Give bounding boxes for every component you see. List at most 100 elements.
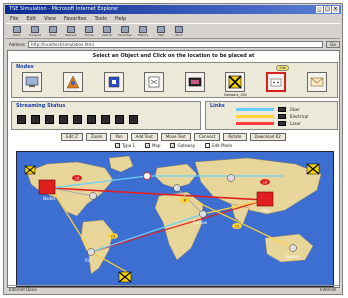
link-electrical-row[interactable]: Electrical — [236, 113, 318, 120]
pan-button[interactable]: Pan — [110, 133, 128, 141]
history-icon — [139, 25, 147, 33]
electrical-knob[interactable] — [278, 114, 286, 119]
map-label-ne: Asia — [261, 208, 270, 213]
stream-button-5[interactable] — [73, 115, 82, 124]
back-icon — [13, 25, 21, 33]
server-node-4 — [227, 174, 235, 182]
menu-help[interactable]: Help — [115, 15, 126, 23]
link-tag-4: 12 — [232, 223, 242, 229]
edit-button[interactable]: Edit Z — [61, 133, 83, 141]
links-title: Links — [210, 103, 225, 109]
link-tag-2: 10 — [260, 179, 270, 185]
menu-tools[interactable]: Tools — [95, 15, 107, 23]
type-checkbox[interactable]: ✓ Type 1 — [114, 143, 135, 148]
stream-button-1[interactable] — [17, 115, 26, 124]
home-button[interactable]: Home — [82, 25, 96, 38]
instruction-text: Select an Object and Click on the locati… — [92, 53, 255, 59]
history-button[interactable]: History — [136, 25, 150, 38]
maximize-button[interactable]: □ — [324, 6, 331, 13]
download-button[interactable]: Download K2 — [249, 133, 286, 141]
stream-button-3[interactable] — [45, 115, 54, 124]
link-laser-row[interactable]: Laser — [236, 120, 318, 127]
hub-node-caption: Network_GW — [224, 93, 247, 97]
laser-label: Laser — [290, 121, 301, 126]
stream-button-6[interactable] — [87, 115, 96, 124]
options-row: ✓ Type 1 ✓ Map ✓ Gateway Edit Mode — [8, 143, 339, 148]
stream-button-7[interactable] — [101, 115, 110, 124]
fiber-link-swatch — [236, 108, 274, 111]
back-button[interactable]: Back — [10, 25, 24, 38]
laser-link-swatch — [236, 122, 274, 125]
mail-button[interactable]: Mail — [154, 25, 168, 38]
server-node-7 — [143, 172, 151, 180]
add-text-button[interactable]: Add Text — [130, 133, 158, 141]
star-icon — [121, 25, 129, 33]
laser-knob[interactable] — [278, 121, 286, 126]
link-fiber-row[interactable]: Fiber — [236, 106, 318, 113]
server-node-3 — [199, 210, 207, 218]
menu-view[interactable]: View — [44, 15, 56, 23]
favorites-button[interactable]: Favorites — [118, 25, 132, 38]
hub-node-icon[interactable]: Network_GW — [224, 72, 247, 97]
refresh-button[interactable]: Refresh — [64, 25, 78, 38]
streaming-title: Streaming Status — [16, 103, 66, 109]
flag-node-icon[interactable] — [103, 72, 124, 92]
menu-favorites[interactable]: Favorites — [64, 15, 87, 23]
map-checkbox-box[interactable]: ✓ — [144, 143, 150, 148]
edit-mode-checkbox-box[interactable] — [205, 143, 211, 148]
forward-button[interactable]: Forward — [28, 25, 42, 38]
nodes-panel: Nodes Network_GW Info — [11, 62, 338, 98]
server-node-2 — [173, 184, 181, 192]
map-label-s: Rio — [85, 258, 92, 263]
stream-button-9[interactable] — [129, 115, 138, 124]
print-button[interactable]: Print — [172, 25, 186, 38]
stream-button-4[interactable] — [59, 115, 68, 124]
close-button[interactable]: × — [332, 6, 339, 13]
document-node-icon[interactable] — [144, 72, 165, 92]
minimize-button[interactable]: _ — [316, 6, 323, 13]
server-node-1 — [89, 192, 97, 200]
stream-button-2[interactable] — [31, 115, 40, 124]
hub-node-ne — [306, 163, 320, 175]
envelope-node-icon[interactable] — [306, 72, 327, 92]
monitor-node-icon[interactable] — [22, 72, 43, 92]
refresh-icon — [67, 25, 75, 33]
hub-node-s — [118, 271, 132, 283]
links-panel: Links Fiber Electrical Laser — [205, 101, 338, 130]
go-button[interactable]: Go — [326, 41, 340, 48]
browser-window: TSE Simulation - Microsoft Internet Expl… — [3, 3, 343, 295]
menu-edit[interactable]: Edit — [26, 15, 36, 23]
title-bar: TSE Simulation - Microsoft Internet Expl… — [5, 5, 341, 14]
address-input[interactable]: http://localhost/simulation.html — [27, 41, 323, 48]
fiber-knob[interactable] — [278, 107, 286, 112]
map-checkbox[interactable]: ✓ Map — [144, 143, 160, 148]
search-button[interactable]: Search — [100, 25, 114, 38]
link-tag-5: 23 — [108, 233, 118, 239]
forward-icon — [31, 25, 39, 33]
gateway-checkbox-box[interactable]: ✓ — [170, 143, 176, 148]
electrical-label: Electrical — [290, 114, 309, 119]
window-title: TSE Simulation - Microsoft Internet Expl… — [9, 6, 119, 12]
router-node-icon[interactable]: Info — [266, 65, 290, 92]
svg-text:12: 12 — [235, 225, 239, 229]
type-checkbox-box[interactable]: ✓ — [114, 143, 120, 148]
server-node-5 — [289, 244, 297, 252]
map-label-se: Sydney — [285, 254, 300, 259]
streaming-panel: Streaming Status — [11, 101, 201, 130]
world-map-svg: 16 10 8 12 23 Nodes Asia Rio Sydney Euro… — [24, 155, 322, 283]
world-map-canvas[interactable]: 16 10 8 12 23 Nodes Asia Rio Sydney Euro… — [16, 151, 334, 287]
menu-file[interactable]: File — [10, 15, 18, 23]
gateway-checkbox[interactable]: ✓ Gateway — [170, 143, 195, 148]
cone-node-icon[interactable] — [62, 72, 83, 92]
router-node-asia — [256, 191, 274, 207]
zoom-button[interactable]: Zoom — [85, 133, 108, 141]
screen-node-icon[interactable] — [184, 72, 205, 92]
rotate-button[interactable]: Rotate — [223, 133, 247, 141]
edit-mode-checkbox[interactable]: Edit Mode — [205, 143, 232, 148]
stream-button-8[interactable] — [115, 115, 124, 124]
mail-icon — [157, 25, 165, 33]
fiber-label: Fiber — [290, 107, 300, 112]
stop-button[interactable]: Stop — [46, 25, 60, 38]
move-text-button[interactable]: Move Text — [160, 133, 191, 141]
connect-button[interactable]: Connect — [193, 133, 221, 141]
